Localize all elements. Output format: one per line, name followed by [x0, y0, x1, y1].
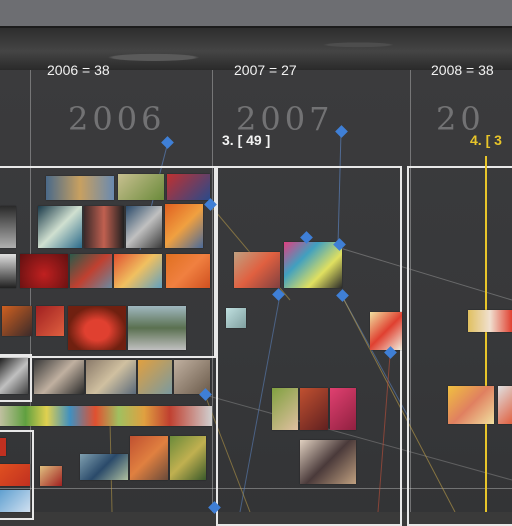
photo-thumbnail[interactable]	[0, 490, 30, 512]
photo-thumbnail[interactable]	[68, 306, 126, 350]
photo-thumbnail[interactable]	[20, 254, 68, 288]
group-frame-2008[interactable]	[407, 166, 512, 526]
photo-thumbnail[interactable]	[226, 308, 246, 328]
photo-thumbnail[interactable]	[234, 252, 280, 288]
photo-thumbnail[interactable]	[2, 306, 32, 336]
photo-thumbnail[interactable]	[370, 312, 402, 350]
photo-thumbnail[interactable]	[170, 436, 206, 480]
photo-thumbnail[interactable]	[80, 454, 128, 480]
photo-thumbnail[interactable]	[0, 254, 16, 288]
photo-thumbnail[interactable]	[167, 174, 210, 200]
photo-thumbnail-strip[interactable]	[0, 406, 212, 426]
photo-thumbnail[interactable]	[468, 310, 512, 332]
photo-thumbnail[interactable]	[86, 360, 136, 394]
photo-thumbnail[interactable]	[0, 438, 6, 456]
photo-thumbnail[interactable]	[70, 254, 112, 288]
photo-thumbnail[interactable]	[130, 436, 168, 480]
photo-thumbnail[interactable]	[84, 206, 124, 248]
photo-thumbnail[interactable]	[166, 254, 210, 288]
photo-thumbnail[interactable]	[0, 464, 30, 486]
photo-thumbnail[interactable]	[38, 206, 82, 248]
photo-thumbnail[interactable]	[114, 254, 162, 288]
photo-thumbnail[interactable]	[300, 388, 328, 430]
photo-thumbnail[interactable]	[165, 204, 203, 248]
photo-thumbnail[interactable]	[46, 176, 114, 200]
photo-thumbnail[interactable]	[126, 206, 162, 248]
photo-thumbnail[interactable]	[118, 174, 164, 200]
photo-thumbnail[interactable]	[330, 388, 356, 430]
photo-thumbnail[interactable]	[138, 360, 172, 394]
photo-thumbnail[interactable]	[272, 388, 298, 430]
photo-thumbnail[interactable]	[128, 306, 186, 350]
photo-thumbnail[interactable]	[448, 386, 494, 424]
photo-thumbnail[interactable]	[40, 466, 62, 486]
photo-thumbnail[interactable]	[0, 206, 16, 248]
photo-thumbnail[interactable]	[36, 306, 64, 336]
photo-thumbnail[interactable]	[34, 360, 84, 394]
highlight-line	[485, 156, 487, 512]
photo-thumbnail[interactable]	[498, 386, 512, 424]
photo-thumbnail[interactable]	[300, 440, 356, 484]
photo-thumbnail[interactable]	[284, 242, 342, 288]
photo-thumbnail[interactable]	[0, 358, 28, 394]
